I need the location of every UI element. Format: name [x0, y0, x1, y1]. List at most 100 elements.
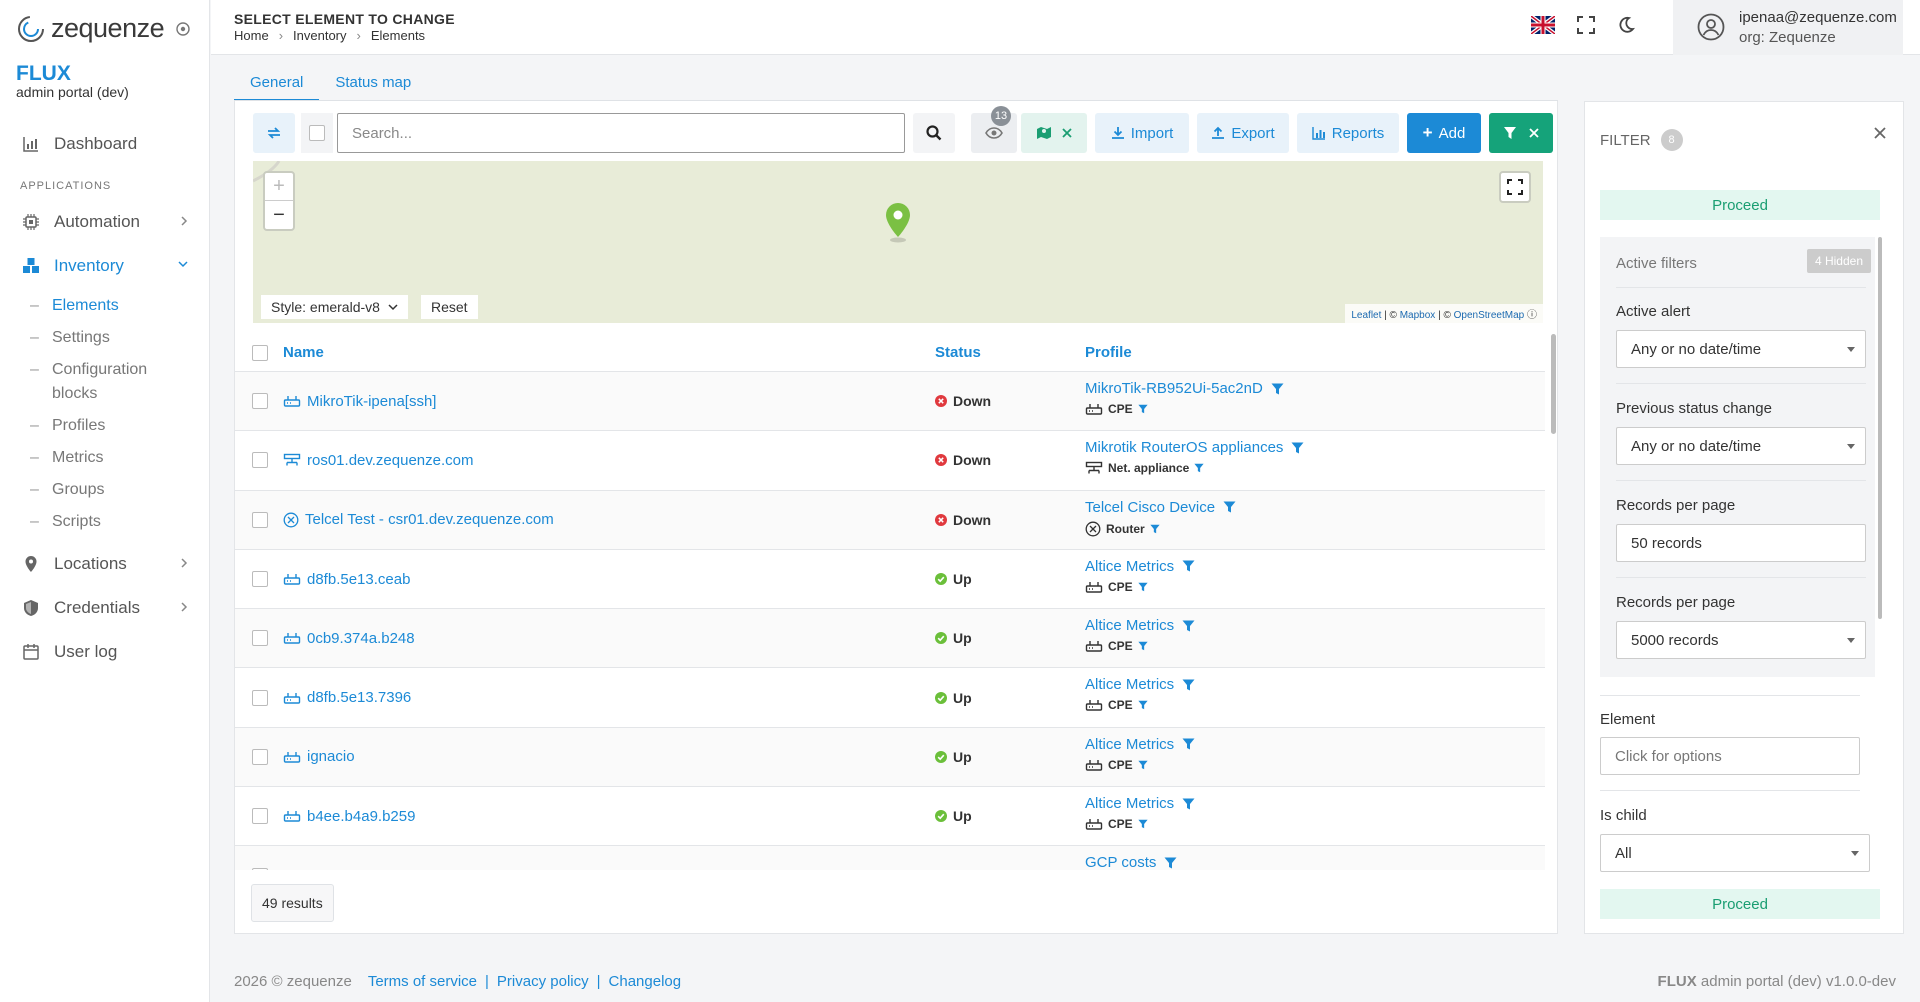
- row-checkbox[interactable]: [252, 571, 268, 588]
- add-button[interactable]: + Add: [1407, 113, 1481, 153]
- sidebar-subitem-metrics[interactable]: – Metrics: [0, 442, 210, 474]
- moon-icon[interactable]: [1617, 16, 1635, 34]
- table-row[interactable]: MikroTik-ipena[ssh] Down MikroTik-RB952Ui-…: [235, 372, 1545, 432]
- is-child-select[interactable]: All: [1600, 834, 1870, 872]
- filter-icon[interactable]: [1138, 760, 1148, 770]
- search-button[interactable]: [913, 113, 955, 153]
- row-checkbox[interactable]: [252, 867, 268, 870]
- column-status[interactable]: Status: [935, 344, 981, 361]
- refresh-button[interactable]: [253, 113, 295, 153]
- sidebar-item-locations[interactable]: Locations: [0, 542, 210, 586]
- user-menu[interactable]: ipenaa@zequenze.com org: Zequenze: [1673, 0, 1903, 55]
- import-button[interactable]: Import: [1095, 113, 1189, 153]
- attribution-leaflet[interactable]: Leaflet: [1351, 310, 1381, 321]
- map-toggle-button[interactable]: [1021, 113, 1087, 153]
- footer-link-privacy[interactable]: Privacy policy: [497, 973, 589, 990]
- row-checkbox[interactable]: [252, 630, 268, 647]
- sidebar-item-automation[interactable]: Automation: [0, 200, 210, 244]
- table-row[interactable]: d8fb.5e13.7396 Up Altice Metrics CPE: [235, 668, 1545, 728]
- sidebar-subitem-elements[interactable]: – Elements: [0, 290, 210, 322]
- proceed-button-top[interactable]: Proceed: [1600, 190, 1880, 220]
- map-reset-button[interactable]: Reset: [421, 295, 478, 319]
- filter-icon[interactable]: [1182, 798, 1195, 810]
- row-checkbox[interactable]: [252, 689, 268, 706]
- profile-link[interactable]: Altice Metrics: [1085, 558, 1195, 575]
- footer-link-changelog[interactable]: Changelog: [609, 973, 682, 990]
- filter-icon[interactable]: [1182, 738, 1195, 750]
- row-checkbox[interactable]: [252, 393, 268, 410]
- active-alert-select[interactable]: Any or no date/time: [1616, 330, 1866, 368]
- filter-icon[interactable]: [1223, 501, 1236, 513]
- table-row[interactable]: ignacio Up Altice Metrics CPE: [235, 727, 1545, 788]
- breadcrumb-home[interactable]: Home: [234, 28, 269, 43]
- filter-icon[interactable]: [1138, 641, 1148, 651]
- pin-sidebar-icon[interactable]: [176, 22, 190, 36]
- element-name-link[interactable]: ros01.dev.zequenze.com: [283, 452, 474, 469]
- element-select[interactable]: Click for options: [1600, 737, 1860, 775]
- profile-link[interactable]: MikroTik-RB952Ui-5ac2nD: [1085, 380, 1284, 397]
- row-checkbox[interactable]: [252, 808, 268, 825]
- sidebar-item-dashboard[interactable]: Dashboard: [0, 122, 210, 166]
- attribution-mapbox[interactable]: Mapbox: [1400, 310, 1436, 321]
- filter-icon[interactable]: [1150, 524, 1160, 534]
- sidebar-subitem-scripts[interactable]: – Scripts: [0, 506, 210, 538]
- column-profile[interactable]: Profile: [1085, 344, 1132, 361]
- profile-link[interactable]: Altice Metrics: [1085, 676, 1195, 693]
- sidebar-subitem-profiles[interactable]: – Profiles: [0, 410, 210, 442]
- filter-icon[interactable]: [1182, 560, 1195, 572]
- filter-icon[interactable]: [1182, 620, 1195, 632]
- filter-toggle-button[interactable]: [1489, 113, 1553, 153]
- proceed-button-bottom[interactable]: Proceed: [1600, 889, 1880, 919]
- filter-scrollbar[interactable]: [1878, 237, 1882, 619]
- zoom-out-button[interactable]: −: [265, 201, 293, 229]
- select-all-checkbox[interactable]: [309, 125, 325, 141]
- prev-status-select[interactable]: Any or no date/time: [1616, 427, 1866, 465]
- table-scrollbar[interactable]: [1551, 334, 1556, 434]
- zoom-in-button[interactable]: +: [265, 173, 293, 201]
- sidebar-item-credentials[interactable]: Credentials: [0, 586, 210, 630]
- uk-flag-icon[interactable]: [1531, 16, 1555, 34]
- filter-icon[interactable]: [1138, 582, 1148, 592]
- tab-status-map[interactable]: Status map: [319, 70, 427, 101]
- filter-icon[interactable]: [1291, 442, 1304, 454]
- map-style-select[interactable]: Style: emerald-v8: [261, 295, 408, 319]
- attribution-osm[interactable]: OpenStreetMap: [1454, 310, 1525, 321]
- element-name-link[interactable]: b4ee.b4a9.b259: [283, 808, 415, 825]
- element-name-link[interactable]: [283, 869, 307, 870]
- filter-icon[interactable]: [1194, 463, 1204, 473]
- element-name-link[interactable]: d8fb.5e13.ceab: [283, 571, 410, 588]
- breadcrumb-inventory[interactable]: Inventory: [293, 28, 346, 43]
- sidebar-item-user-log[interactable]: User log: [0, 630, 210, 674]
- element-name-link[interactable]: ignacio: [283, 748, 355, 765]
- map-view[interactable]: + − Style: emerald-v8 Reset Leaflet | © …: [253, 161, 1543, 323]
- table-row[interactable]: GCP costs: [235, 846, 1545, 870]
- map-marker-icon[interactable]: [883, 201, 913, 243]
- search-input[interactable]: [337, 113, 905, 153]
- table-row[interactable]: 0cb9.374a.b248 Up Altice Metrics CPE: [235, 609, 1545, 669]
- table-row[interactable]: ros01.dev.zequenze.com Down Mikrotik Route…: [235, 431, 1545, 491]
- select-all-box[interactable]: [301, 113, 333, 153]
- header-checkbox[interactable]: [252, 344, 268, 361]
- filter-icon[interactable]: [1138, 819, 1148, 829]
- sidebar-subitem-settings[interactable]: – Settings: [0, 322, 210, 354]
- row-checkbox[interactable]: [252, 452, 268, 469]
- element-name-link[interactable]: 0cb9.374a.b248: [283, 630, 415, 647]
- tab-general[interactable]: General: [234, 70, 320, 101]
- element-name-link[interactable]: Telcel Test - csr01.dev.zequenze.com: [283, 511, 554, 528]
- logo[interactable]: zequenze: [16, 13, 165, 44]
- records-per-page-input[interactable]: 50 records: [1616, 524, 1866, 562]
- filter-icon[interactable]: [1138, 404, 1148, 414]
- profile-link[interactable]: Telcel Cisco Device: [1085, 499, 1236, 516]
- column-name[interactable]: Name: [283, 344, 324, 361]
- table-row[interactable]: d8fb.5e13.ceab Up Altice Metrics CPE: [235, 550, 1545, 610]
- filter-icon[interactable]: [1164, 857, 1177, 869]
- info-icon[interactable]: ⓘ: [1527, 310, 1537, 321]
- row-checkbox[interactable]: [252, 511, 268, 528]
- sidebar-item-inventory[interactable]: Inventory: [0, 244, 210, 288]
- filter-icon[interactable]: [1271, 383, 1284, 395]
- reports-button[interactable]: Reports: [1297, 113, 1399, 153]
- element-name-link[interactable]: MikroTik-ipena[ssh]: [283, 393, 436, 410]
- profile-link[interactable]: Mikrotik RouterOS appliances: [1085, 439, 1304, 456]
- profile-link[interactable]: GCP costs: [1085, 854, 1177, 870]
- filter-icon[interactable]: [1138, 700, 1148, 710]
